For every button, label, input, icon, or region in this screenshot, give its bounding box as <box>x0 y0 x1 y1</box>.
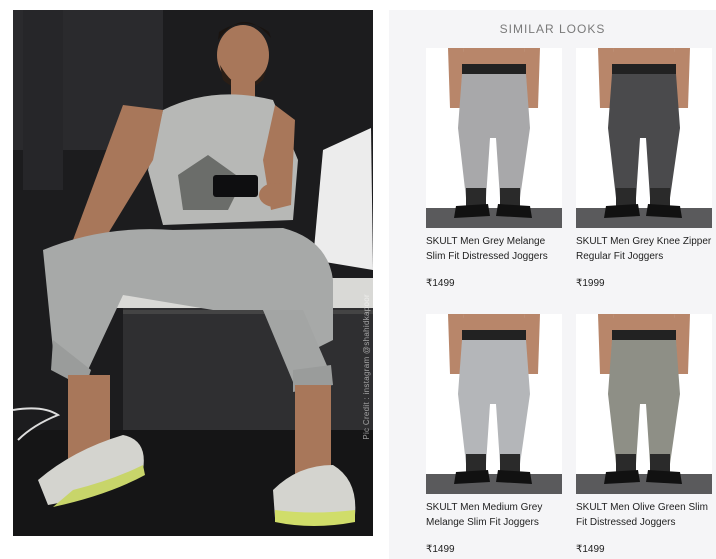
product-card[interactable]: SKULT Men Medium Grey Melange Slim Fit J… <box>426 314 562 555</box>
pic-credit: Pic Credit : instagram @shahidkapoor <box>362 294 371 440</box>
product-image[interactable] <box>576 48 712 228</box>
product-price: ₹1999 <box>576 278 605 289</box>
similar-looks-title: SIMILAR LOOKS <box>499 22 606 36</box>
product-name[interactable]: SKULT Men Olive Green Slim Fit Distresse… <box>576 500 712 530</box>
product-image[interactable] <box>576 314 712 494</box>
product-card[interactable]: SKULT Men Grey Melange Slim Fit Distress… <box>426 48 562 289</box>
product-image[interactable] <box>426 48 562 228</box>
similar-looks-panel: SIMILAR LOOKS SKULT Men Grey Melange Sli… <box>389 10 716 559</box>
product-card[interactable]: SKULT Men Olive Green Slim Fit Distresse… <box>576 314 712 555</box>
product-card[interactable]: SKULT Men Grey Knee Zipper Regular Fit J… <box>576 48 712 289</box>
joggers-illustration <box>576 48 712 228</box>
product-price: ₹1499 <box>576 544 605 555</box>
product-name[interactable]: SKULT Men Grey Knee Zipper Regular Fit J… <box>576 234 712 264</box>
product-image[interactable] <box>426 314 562 494</box>
product-name[interactable]: SKULT Men Grey Melange Slim Fit Distress… <box>426 234 562 264</box>
joggers-illustration <box>426 48 562 228</box>
joggers-illustration <box>576 314 712 494</box>
product-price: ₹1499 <box>426 544 455 555</box>
product-name[interactable]: SKULT Men Medium Grey Melange Slim Fit J… <box>426 500 562 530</box>
hero-photo: Pic Credit : instagram @shahidkapoor <box>13 10 373 536</box>
product-price: ₹1499 <box>426 278 455 289</box>
joggers-illustration <box>426 314 562 494</box>
